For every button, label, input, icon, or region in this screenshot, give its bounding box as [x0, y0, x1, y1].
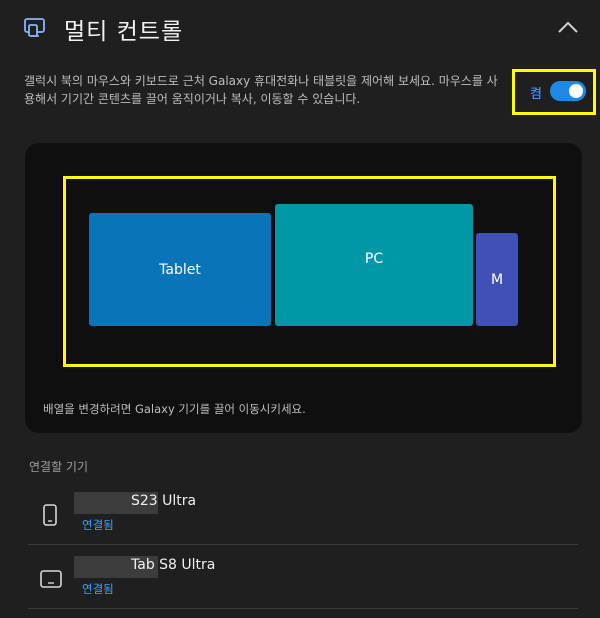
list-item[interactable]: S23 Ultra 연결됨	[28, 484, 578, 545]
device-pc-label: PC	[364, 251, 384, 267]
arrangement-hint: 배열을 변경하려면 Galaxy 기기를 끌어 이동시키세요.	[43, 402, 306, 416]
page-title: 멀티 컨트롤	[64, 19, 184, 45]
phone-icon	[40, 504, 60, 526]
device-name: Tab S8 Ultra	[131, 557, 216, 573]
chevron-up-icon[interactable]	[556, 18, 580, 36]
multi-control-toggle[interactable]	[550, 81, 586, 101]
multi-control-toggle-area: 켬	[512, 69, 596, 115]
device-tablet[interactable]: Tablet	[89, 213, 271, 326]
toggle-knob	[569, 84, 583, 98]
connection-status: 연결됨	[82, 582, 114, 596]
connect-devices-label: 연결할 기기	[29, 460, 89, 474]
tablet-icon	[40, 568, 62, 590]
device-phone[interactable]: M	[476, 233, 518, 326]
multi-device-icon	[22, 14, 48, 40]
header: 멀티 컨트롤	[0, 0, 600, 58]
device-tablet-label: Tablet	[159, 261, 201, 278]
device-name: S23 Ultra	[131, 493, 197, 509]
toggle-state-label: 켬	[530, 87, 542, 102]
connection-status: 연결됨	[82, 518, 114, 532]
list-item[interactable]: Tab S8 Ultra 연결됨	[28, 548, 578, 609]
device-phone-label: M	[490, 271, 504, 288]
device-pc[interactable]: PC	[275, 204, 473, 326]
device-arrangement-panel: Tablet PC M 배열을 변경하려면 Galaxy 기기를 끌어 이동시키…	[25, 143, 582, 433]
feature-description: 갤럭시 북의 마우스와 키보드로 근처 Galaxy 휴대전화나 태블릿을 제어…	[24, 74, 498, 106]
